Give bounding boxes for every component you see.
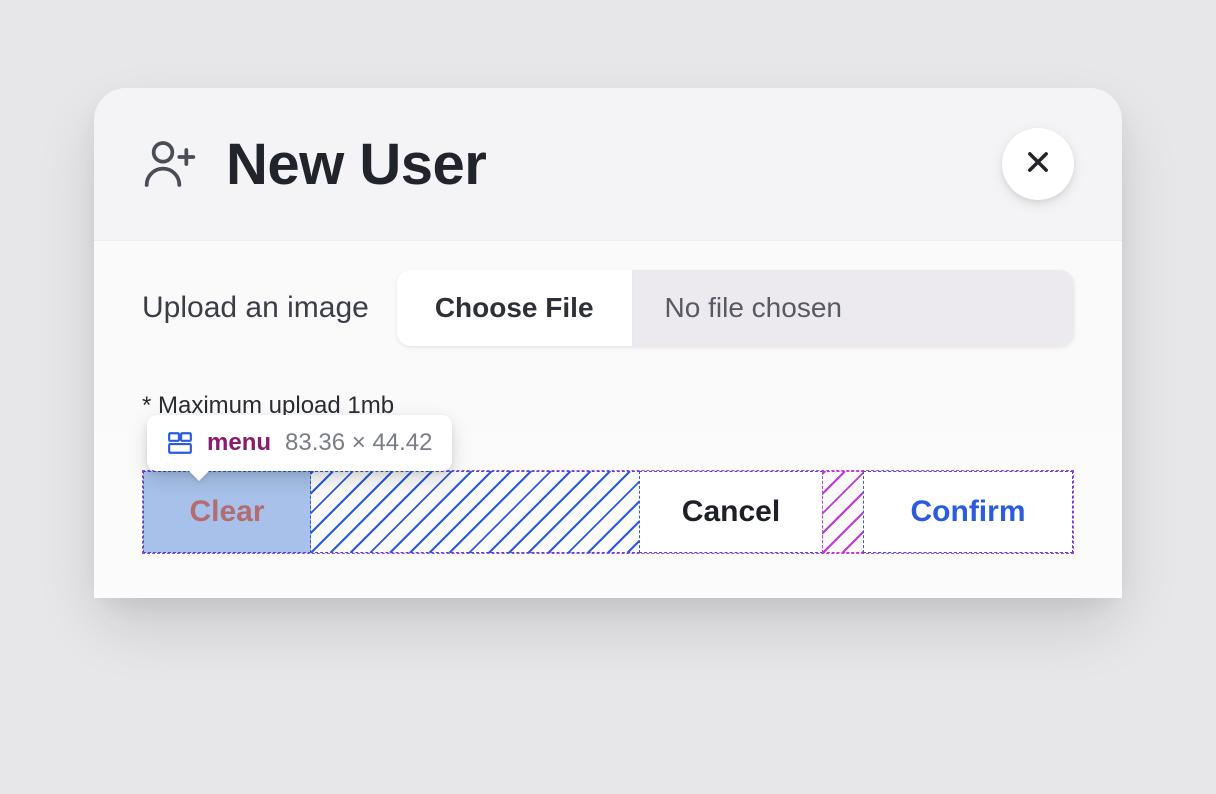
new-user-dialog: New User Upload an image Choose File No … bbox=[94, 88, 1122, 598]
close-icon bbox=[1024, 148, 1052, 181]
confirm-button[interactable]: Confirm bbox=[863, 471, 1073, 553]
flex-gap bbox=[310, 471, 640, 553]
clear-button[interactable]: Clear bbox=[143, 471, 311, 553]
file-input-group: Choose File No file chosen bbox=[397, 270, 1074, 346]
upload-row: Upload an image Choose File No file chos… bbox=[142, 270, 1074, 346]
tooltip-element-tag: menu bbox=[207, 429, 271, 457]
choose-file-button[interactable]: Choose File bbox=[397, 270, 633, 346]
button-menu: menu 83.36 × 44.42 Clear Cancel Confirm bbox=[142, 470, 1074, 554]
upload-label: Upload an image bbox=[142, 291, 369, 325]
devtools-tooltip: menu 83.36 × 44.42 bbox=[147, 415, 452, 471]
close-button[interactable] bbox=[1002, 128, 1074, 200]
cancel-button[interactable]: Cancel bbox=[639, 471, 823, 553]
dialog-title: New User bbox=[226, 131, 486, 198]
user-plus-icon bbox=[142, 136, 198, 192]
layout-icon bbox=[167, 430, 193, 456]
flex-gap-small bbox=[822, 471, 864, 553]
file-status-text: No file chosen bbox=[633, 270, 1074, 346]
dialog-footer: menu 83.36 × 44.42 Clear Cancel Confirm bbox=[94, 430, 1122, 598]
tooltip-dimensions: 83.36 × 44.42 bbox=[285, 429, 432, 457]
dialog-body: Upload an image Choose File No file chos… bbox=[94, 241, 1122, 430]
dialog-header: New User bbox=[94, 88, 1122, 241]
